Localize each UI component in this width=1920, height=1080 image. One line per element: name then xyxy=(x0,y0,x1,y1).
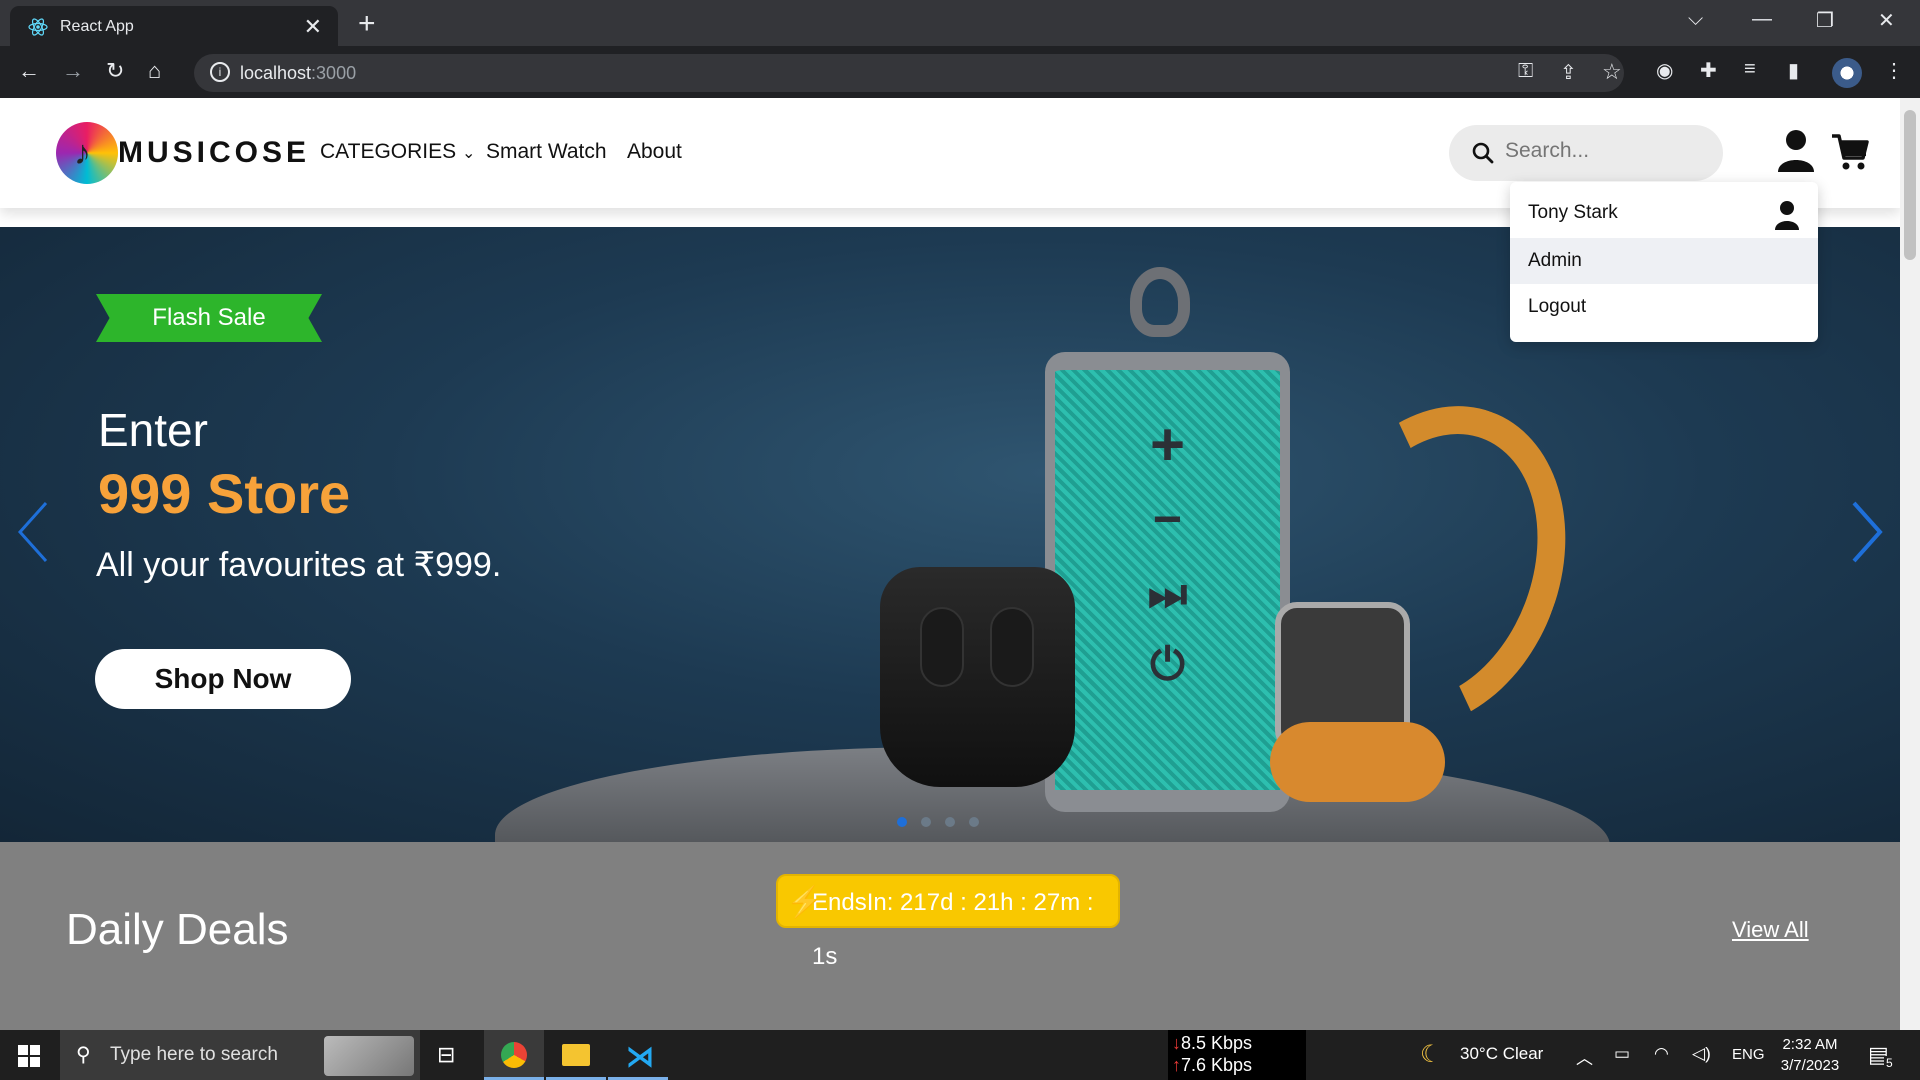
chrome-taskbar-button[interactable] xyxy=(484,1030,544,1080)
search-input[interactable] xyxy=(1505,139,1705,163)
network-speed-widget: ↓8.5 Kbps ↑7.6 Kbps xyxy=(1168,1030,1306,1080)
flash-sale-badge: Flash Sale xyxy=(96,294,322,342)
hero-line-2: 999 Store xyxy=(98,462,351,525)
react-icon xyxy=(28,18,48,36)
home-icon[interactable]: ⌂ xyxy=(148,58,161,84)
vscode-icon: ⋊ xyxy=(626,1041,654,1072)
url-text: localhost:3000 xyxy=(240,63,357,83)
site-info-icon[interactable]: i xyxy=(210,62,230,82)
carousel-next-icon[interactable] xyxy=(1846,497,1886,567)
reload-icon[interactable]: ↻ xyxy=(106,58,124,84)
logo-text[interactable]: MUSICOSE xyxy=(118,136,310,170)
user-icon xyxy=(1775,201,1799,230)
moon-weather-icon: ☾ xyxy=(1420,1041,1442,1068)
countdown-banner: ⚡ EndsIn: 217d : 21h : 27m : 1s xyxy=(776,874,1120,970)
wifi-icon[interactable]: ◠ xyxy=(1654,1044,1669,1064)
taskbar-search[interactable]: ⚲ Type here to search xyxy=(60,1030,420,1080)
download-arrow-icon: ↓ xyxy=(1172,1033,1181,1053)
view-all-link[interactable]: View All xyxy=(1732,917,1809,943)
restore-icon[interactable]: ❐ xyxy=(1816,8,1834,33)
share-icon[interactable]: ⇪ xyxy=(1560,60,1577,85)
battery-icon[interactable]: ▭ xyxy=(1614,1044,1630,1064)
carousel-dot[interactable] xyxy=(969,817,979,827)
windows-taskbar: ⚲ Type here to search ⊟ ⋊ ↓8.5 Kbps ↑7.6… xyxy=(0,1030,1920,1080)
logout-menu-item[interactable]: Logout xyxy=(1510,284,1818,330)
user-name-item[interactable]: Tony Stark xyxy=(1510,190,1818,236)
language-indicator[interactable]: ENG xyxy=(1732,1046,1765,1063)
user-icon[interactable] xyxy=(1776,128,1816,172)
daily-deals-section: Daily Deals View All xyxy=(0,842,1900,1030)
music-note-icon: ♪ xyxy=(74,134,91,172)
user-dropdown-menu: Tony Stark Admin Logout xyxy=(1510,182,1818,342)
new-tab-icon[interactable]: + xyxy=(358,7,376,41)
lightning-icon: ⚡ xyxy=(786,886,824,919)
upload-arrow-icon: ↑ xyxy=(1172,1055,1181,1075)
browser-toolbar: ← → ↻ ⌂ i localhost:3000 ⚿ ⇪ ☆ ◉ ✚ ≡ ▮ ⋮ xyxy=(0,46,1920,98)
search-box[interactable] xyxy=(1449,125,1723,181)
headphone-pad-image xyxy=(1270,722,1445,802)
nav-smart-watch[interactable]: Smart Watch xyxy=(486,140,607,164)
bluetooth-speaker-image: + − ⏭ ⏻ xyxy=(1045,352,1290,812)
chrome-icon xyxy=(501,1042,527,1068)
earbuds-case-image xyxy=(880,567,1075,787)
search-highlight-image xyxy=(324,1036,414,1076)
browser-tab-bar: React App ✕ + ⌵ — ❐ ✕ xyxy=(0,0,1920,46)
plus-icon: + xyxy=(1149,411,1186,478)
notification-count: 5 xyxy=(1884,1056,1895,1070)
hero-line-1: Enter xyxy=(98,404,208,456)
earbud-right xyxy=(990,607,1034,687)
bookmark-star-icon[interactable]: ☆ xyxy=(1602,59,1622,85)
back-icon[interactable]: ← xyxy=(18,58,40,84)
speaker-strap-ring xyxy=(1130,267,1190,337)
address-bar[interactable]: i localhost:3000 ⚿ ⇪ ☆ xyxy=(194,54,1624,92)
search-icon: ⚲ xyxy=(76,1044,91,1066)
menu-dots-icon[interactable]: ⋮ xyxy=(1884,58,1904,83)
chevron-down-icon: ⌄ xyxy=(461,145,476,162)
volume-icon[interactable]: ◁) xyxy=(1692,1044,1711,1064)
earbud-left xyxy=(920,607,964,687)
tab-title: React App xyxy=(60,18,134,35)
daily-deals-title: Daily Deals xyxy=(66,905,289,954)
carousel-dot[interactable] xyxy=(945,817,955,827)
page-scrollbar[interactable] xyxy=(1900,98,1920,1030)
extension-icon[interactable]: ◉ xyxy=(1656,58,1673,83)
folder-icon xyxy=(562,1044,590,1066)
nav-categories[interactable]: CATEGORIES ⌄ xyxy=(320,140,475,164)
scrollbar-thumb[interactable] xyxy=(1904,110,1916,260)
admin-menu-item[interactable]: Admin xyxy=(1510,238,1818,284)
minus-icon: − xyxy=(1152,491,1183,547)
carousel-dot[interactable] xyxy=(897,817,907,827)
tray-expand-icon[interactable]: ︿ xyxy=(1576,1044,1593,1069)
media-queue-icon[interactable]: ≡ xyxy=(1744,58,1756,81)
carousel-dots xyxy=(897,814,993,832)
play-next-icon: ⏭ xyxy=(1147,570,1188,619)
clock[interactable]: 2:32 AM 3/7/2023 xyxy=(1778,1034,1842,1076)
window-close-icon[interactable]: ✕ xyxy=(1878,8,1895,33)
tab-search-chevron-icon[interactable]: ⌵ xyxy=(1688,8,1703,31)
search-icon xyxy=(1472,142,1494,164)
file-explorer-taskbar-button[interactable] xyxy=(546,1030,606,1080)
task-view-icon[interactable]: ⊟ xyxy=(437,1042,455,1068)
puzzle-extensions-icon[interactable]: ✚ xyxy=(1700,58,1717,83)
hero-subtitle: All your favourites at ₹999. xyxy=(96,546,502,584)
key-icon[interactable]: ⚿ xyxy=(1518,60,1533,83)
weather-text[interactable]: 30°C Clear xyxy=(1460,1044,1543,1064)
shop-now-button[interactable]: Shop Now xyxy=(95,649,351,709)
profile-avatar[interactable] xyxy=(1832,58,1862,88)
carousel-dot[interactable] xyxy=(921,817,931,827)
carousel-prev-icon[interactable] xyxy=(14,497,54,567)
nav-about[interactable]: About xyxy=(627,140,682,164)
side-panel-icon[interactable]: ▮ xyxy=(1788,58,1799,83)
browser-tab[interactable]: React App ✕ xyxy=(10,6,338,46)
windows-start-icon[interactable] xyxy=(18,1045,40,1067)
power-icon: ⏻ xyxy=(1150,640,1185,689)
taskbar-search-placeholder: Type here to search xyxy=(110,1044,278,1065)
vscode-taskbar-button[interactable]: ⋊ xyxy=(608,1030,668,1080)
minimize-icon[interactable]: — xyxy=(1752,8,1772,31)
cart-icon[interactable] xyxy=(1830,132,1870,172)
forward-icon[interactable]: → xyxy=(62,58,84,84)
tab-close-icon[interactable]: ✕ xyxy=(304,14,322,40)
